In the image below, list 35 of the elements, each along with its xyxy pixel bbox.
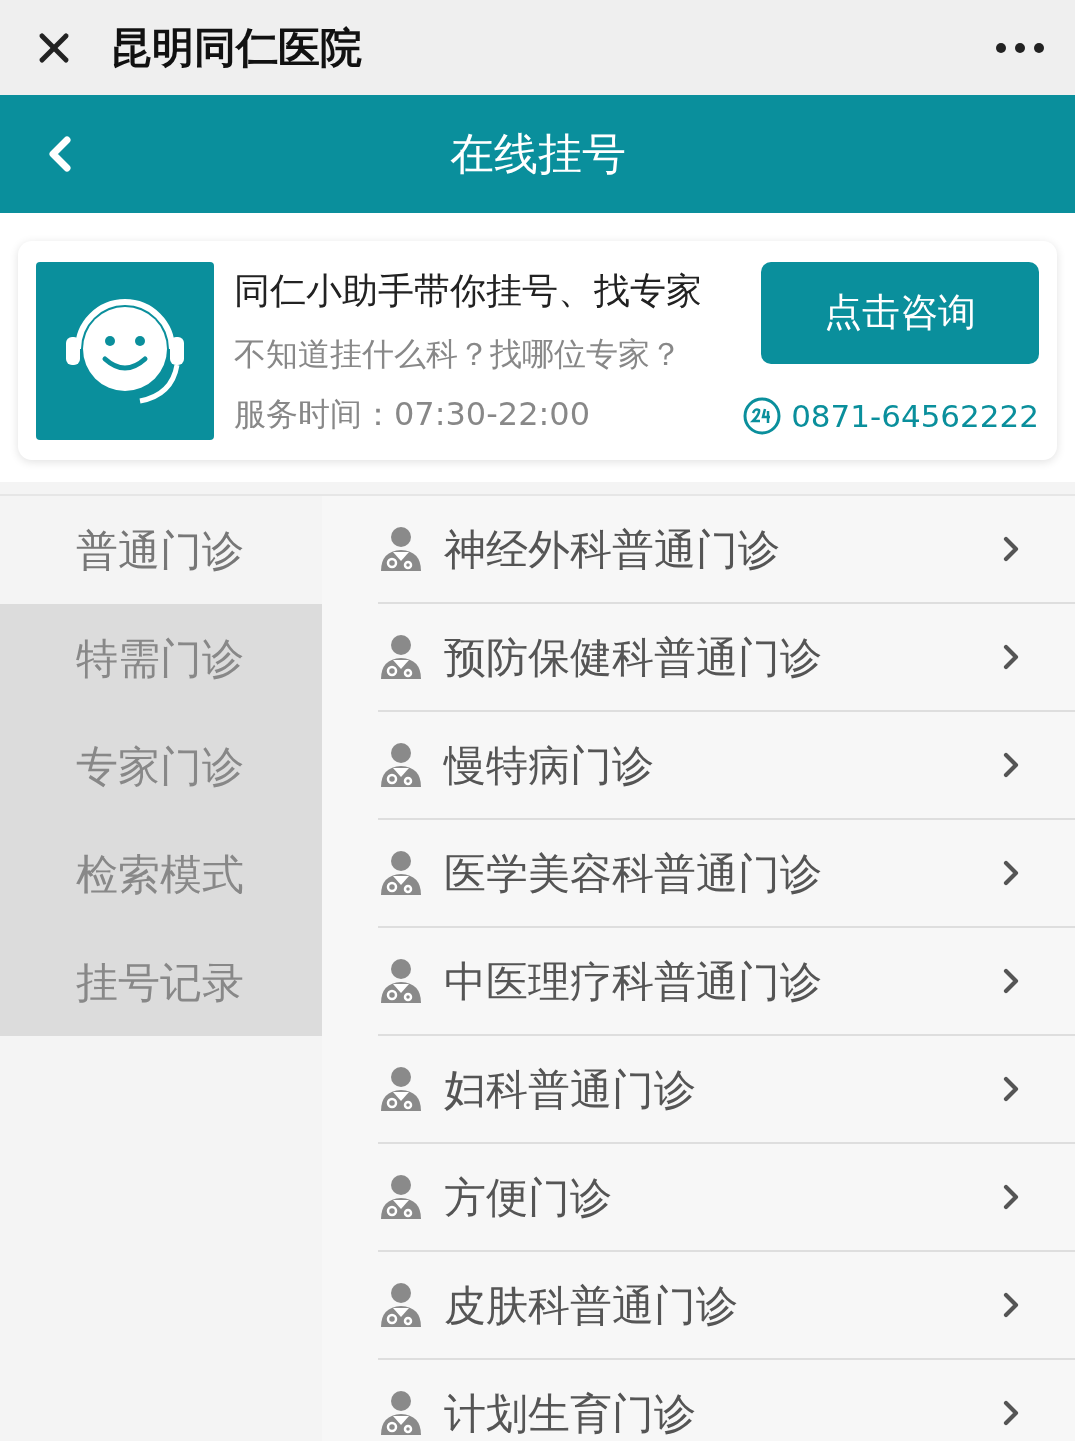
department-row[interactable]: 方便门诊	[378, 1144, 1075, 1252]
doctor-icon	[378, 957, 424, 1005]
phone-number[interactable]: 0871-64562222	[791, 393, 1039, 440]
department-row[interactable]: 计划生育门诊	[378, 1360, 1075, 1441]
department-row[interactable]: 皮肤科普通门诊	[378, 1252, 1075, 1360]
doctor-icon	[378, 849, 424, 897]
department-row[interactable]: 中医理疗科普通门诊	[378, 928, 1075, 1036]
department-name: 神经外科普通门诊	[444, 523, 781, 576]
department-row[interactable]: 神经外科普通门诊	[378, 496, 1075, 604]
department-name: 慢特病门诊	[444, 739, 655, 792]
department-name: 计划生育门诊	[444, 1387, 697, 1440]
doctor-icon	[378, 1173, 424, 1221]
assistant-subtitle: 不知道挂什么科？找哪位专家？	[234, 333, 683, 375]
doctor-icon	[378, 1281, 424, 1329]
department-name: 预防保健科普通门诊	[444, 631, 823, 684]
service-hours: 服务时间：07:30-22:00	[234, 393, 591, 435]
department-name: 妇科普通门诊	[444, 1063, 697, 1116]
consult-button[interactable]: 点击咨询	[761, 261, 1039, 364]
doctor-icon	[378, 525, 424, 573]
department-row[interactable]: 慢特病门诊	[378, 712, 1075, 820]
department-row[interactable]: 医学美容科普通门诊	[378, 820, 1075, 928]
doctor-icon	[378, 741, 424, 789]
department-row[interactable]: 预防保健科普通门诊	[378, 604, 1075, 712]
department-row[interactable]: 妇科普通门诊	[378, 1036, 1075, 1144]
more-icon[interactable]	[995, 41, 1045, 54]
department-name: 医学美容科普通门诊	[444, 847, 823, 900]
page-title: 在线挂号	[449, 127, 626, 181]
doctor-icon	[378, 633, 424, 681]
department-name: 皮肤科普通门诊	[444, 1279, 739, 1332]
department-name: 中医理疗科普通门诊	[444, 955, 823, 1008]
window-title: 昆明同仁医院	[110, 22, 362, 74]
doctor-icon	[378, 1389, 424, 1437]
assistant-title: 同仁小助手带你挂号、找专家	[234, 268, 703, 313]
doctor-icon	[378, 1065, 424, 1113]
department-name: 方便门诊	[444, 1171, 613, 1224]
